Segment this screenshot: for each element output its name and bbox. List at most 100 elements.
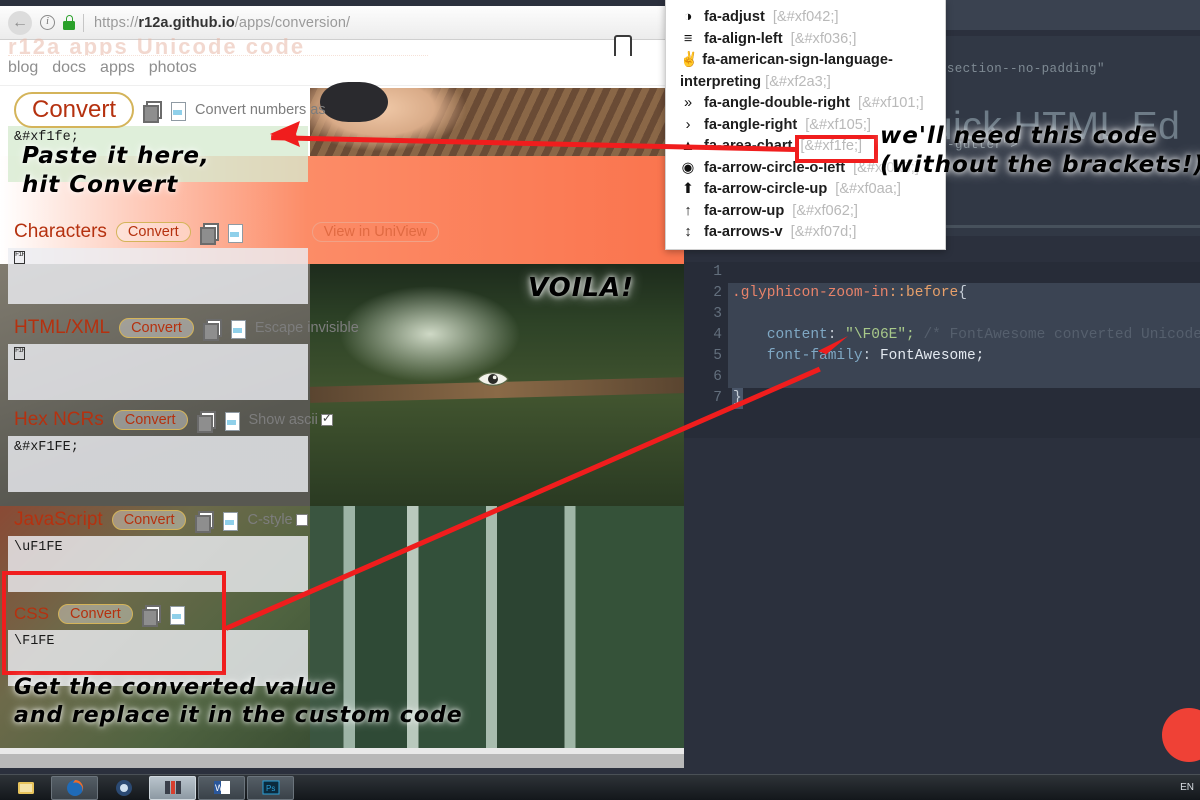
line-number: 3	[713, 306, 722, 322]
svg-text:Ps: Ps	[266, 784, 275, 793]
url-input[interactable]: https://r12a.github.io/apps/conversion/	[94, 15, 350, 31]
file-icon[interactable]	[221, 511, 239, 531]
code-line-2: .glyphicon-zoom-in::before{	[728, 283, 1200, 304]
screen: <section class="mbr-section mbr-section-…	[0, 0, 1200, 800]
fa-list-item[interactable]: ↕ fa-arrows-v [&#xf07d;]	[666, 222, 945, 244]
fa-item-code: [&#xf042;]	[772, 9, 839, 25]
fa-list-item[interactable]: ⬆ fa-arrow-circle-up [&#xf0aa;]	[666, 179, 945, 201]
fa-item-code: [&#xf2a3;]	[765, 73, 831, 90]
file-icon[interactable]	[169, 101, 187, 121]
row-label-html-xml: HTML/XML	[14, 317, 111, 338]
info-icon[interactable]: i	[40, 15, 55, 30]
arrow-head-to-editor	[816, 336, 848, 363]
fa-arrow-up-icon: ↑	[684, 202, 692, 219]
line-number: 6	[713, 369, 722, 385]
nav-item-docs[interactable]: docs	[52, 59, 86, 82]
url-scheme: https://	[94, 14, 139, 31]
fa-list-item[interactable]: ◑ fa-adjust [&#xf042;]	[666, 7, 945, 29]
file-icon[interactable]	[229, 319, 246, 339]
fa-american-sign-language-interpreting-icon: ✌	[680, 52, 699, 68]
view-in-uniview-button[interactable]: View in UniView	[311, 222, 440, 242]
c-style-checkbox[interactable]	[295, 514, 308, 526]
brace: {	[958, 285, 967, 301]
file-icon[interactable]	[223, 411, 240, 431]
fa-item-code: [&#xf0aa;]	[835, 181, 901, 197]
option-label-escape-invisible: Escape invisible	[254, 320, 359, 336]
annotation-need-code: we'll need this code (without the bracke…	[880, 123, 1200, 178]
row-label-hex-ncrs: Hex NCRs	[14, 409, 104, 430]
file-icon[interactable]	[226, 223, 243, 243]
url-divider	[83, 13, 84, 32]
url-host: r12a.github.io	[138, 14, 235, 31]
option-label: Convert numbers as	[195, 102, 326, 118]
fa-item-name: fa-arrow-circle-up	[704, 181, 828, 197]
row-label-javascript: JavaScript	[14, 509, 103, 530]
nav-item-photos[interactable]: photos	[149, 59, 197, 82]
css-comment: /* FontAwesome converted Unicode	[923, 327, 1200, 343]
taskbar-firefox-icon[interactable]	[51, 775, 98, 800]
copy-icon[interactable]	[143, 100, 163, 123]
line-number: 1	[713, 264, 722, 280]
site-logo-header: r12a apps Unicode code converter	[8, 34, 428, 56]
fa-item-name: fa-align-left	[704, 30, 783, 47]
padlock-icon	[63, 15, 75, 30]
fa-angle-right-icon: ›	[685, 116, 691, 133]
unknown-glyph-box: F1FE	[14, 251, 25, 264]
conversion-row-hex-ncrs: Hex NCRs Convert Show ascii &#xF1FE;	[0, 406, 684, 492]
fa-item-name: fa-arrow-up	[704, 202, 785, 219]
fa-item-name: fa-angle-double-right	[704, 95, 850, 111]
row-label-characters: Characters	[14, 221, 107, 242]
fa-list-item[interactable]: ↑ fa-arrow-up [&#xf062;]	[666, 201, 945, 223]
taskbar-photoshop-icon[interactable]: Ps	[247, 775, 294, 800]
fa-item-name: fa-angle-right	[704, 116, 798, 133]
back-button-icon[interactable]: ←	[8, 10, 32, 35]
row-header: Hex NCRs Convert Show ascii	[0, 406, 684, 434]
line-number: 7	[713, 390, 722, 406]
fa-arrows-v-icon: ↕	[684, 224, 692, 240]
convert-button-javascript[interactable]: Convert	[111, 510, 187, 530]
taskbar-browser-icon[interactable]	[100, 776, 147, 800]
code-editor-panel[interactable]: 1 2▾ 3 4▾ 5 6 7 .glyphicon-zoom-in::befo…	[684, 262, 1200, 438]
option-label-c-style: C-style	[247, 512, 308, 528]
fa-item-code: [&#xf105;]	[805, 116, 871, 133]
convert-button-html-xml[interactable]: Convert	[119, 318, 194, 338]
fa-item-code: [&#xf101;]	[857, 95, 924, 111]
convert-button-main[interactable]: Convert	[14, 92, 135, 128]
fa-list-item[interactable]: ≡ fa-align-left [&#xf036;]	[666, 29, 945, 51]
copy-icon[interactable]	[202, 318, 222, 341]
eye-icon	[477, 372, 509, 386]
convert-button-characters[interactable]: Convert	[115, 222, 191, 242]
svg-text:W: W	[215, 783, 224, 793]
taskbar-mobirise-icon[interactable]	[149, 775, 196, 800]
convert-button-hex-ncrs[interactable]: Convert	[112, 410, 188, 430]
copy-icon[interactable]	[196, 410, 216, 433]
annotation-voila: VOILA!	[528, 273, 634, 303]
conversion-row-html-xml: HTML/XML Convert Escape invisible F1FE	[0, 314, 684, 400]
output-textarea-hex-ncrs[interactable]: &#xF1FE;	[8, 436, 308, 492]
nav-item-blog[interactable]: blog	[8, 59, 38, 82]
fa-list-item[interactable]: ✌ fa-american-sign-language-interpreting…	[666, 50, 945, 93]
copy-icon[interactable]	[195, 510, 215, 533]
row-header: HTML/XML Convert Escape invisible	[0, 314, 684, 342]
css-value-content: "\F06E";	[845, 327, 915, 343]
nav-item-apps[interactable]: apps	[100, 59, 135, 82]
show-ascii-checkbox[interactable]	[320, 411, 333, 426]
fa-adjust-icon: ◑	[683, 9, 693, 25]
copy-icon[interactable]	[199, 222, 219, 245]
taskbar-language-indicator[interactable]: EN	[1180, 782, 1194, 793]
fa-item-code: [&#xf062;]	[792, 202, 858, 219]
fa-item-code: [&#xf036;]	[790, 30, 857, 47]
page-bottom-strip	[0, 754, 684, 768]
highlight-box-css-row	[2, 571, 226, 675]
output-textarea-html-xml[interactable]: F1FE	[8, 344, 308, 400]
code-line-5: font-family: FontAwesome;	[766, 348, 985, 364]
row-header: JavaScript Convert C-style	[0, 506, 684, 534]
taskbar[interactable]: W Ps EN	[0, 774, 1200, 800]
output-textarea-characters[interactable]: F1FE	[8, 248, 308, 304]
code-text-area[interactable]: .glyphicon-zoom-in::before{ content: "\F…	[728, 262, 1200, 438]
fa-list-item[interactable]: » fa-angle-double-right [&#xf101;]	[666, 93, 945, 115]
taskbar-file-explorer-icon[interactable]	[2, 776, 49, 800]
taskbar-word-icon[interactable]: W	[198, 775, 245, 800]
